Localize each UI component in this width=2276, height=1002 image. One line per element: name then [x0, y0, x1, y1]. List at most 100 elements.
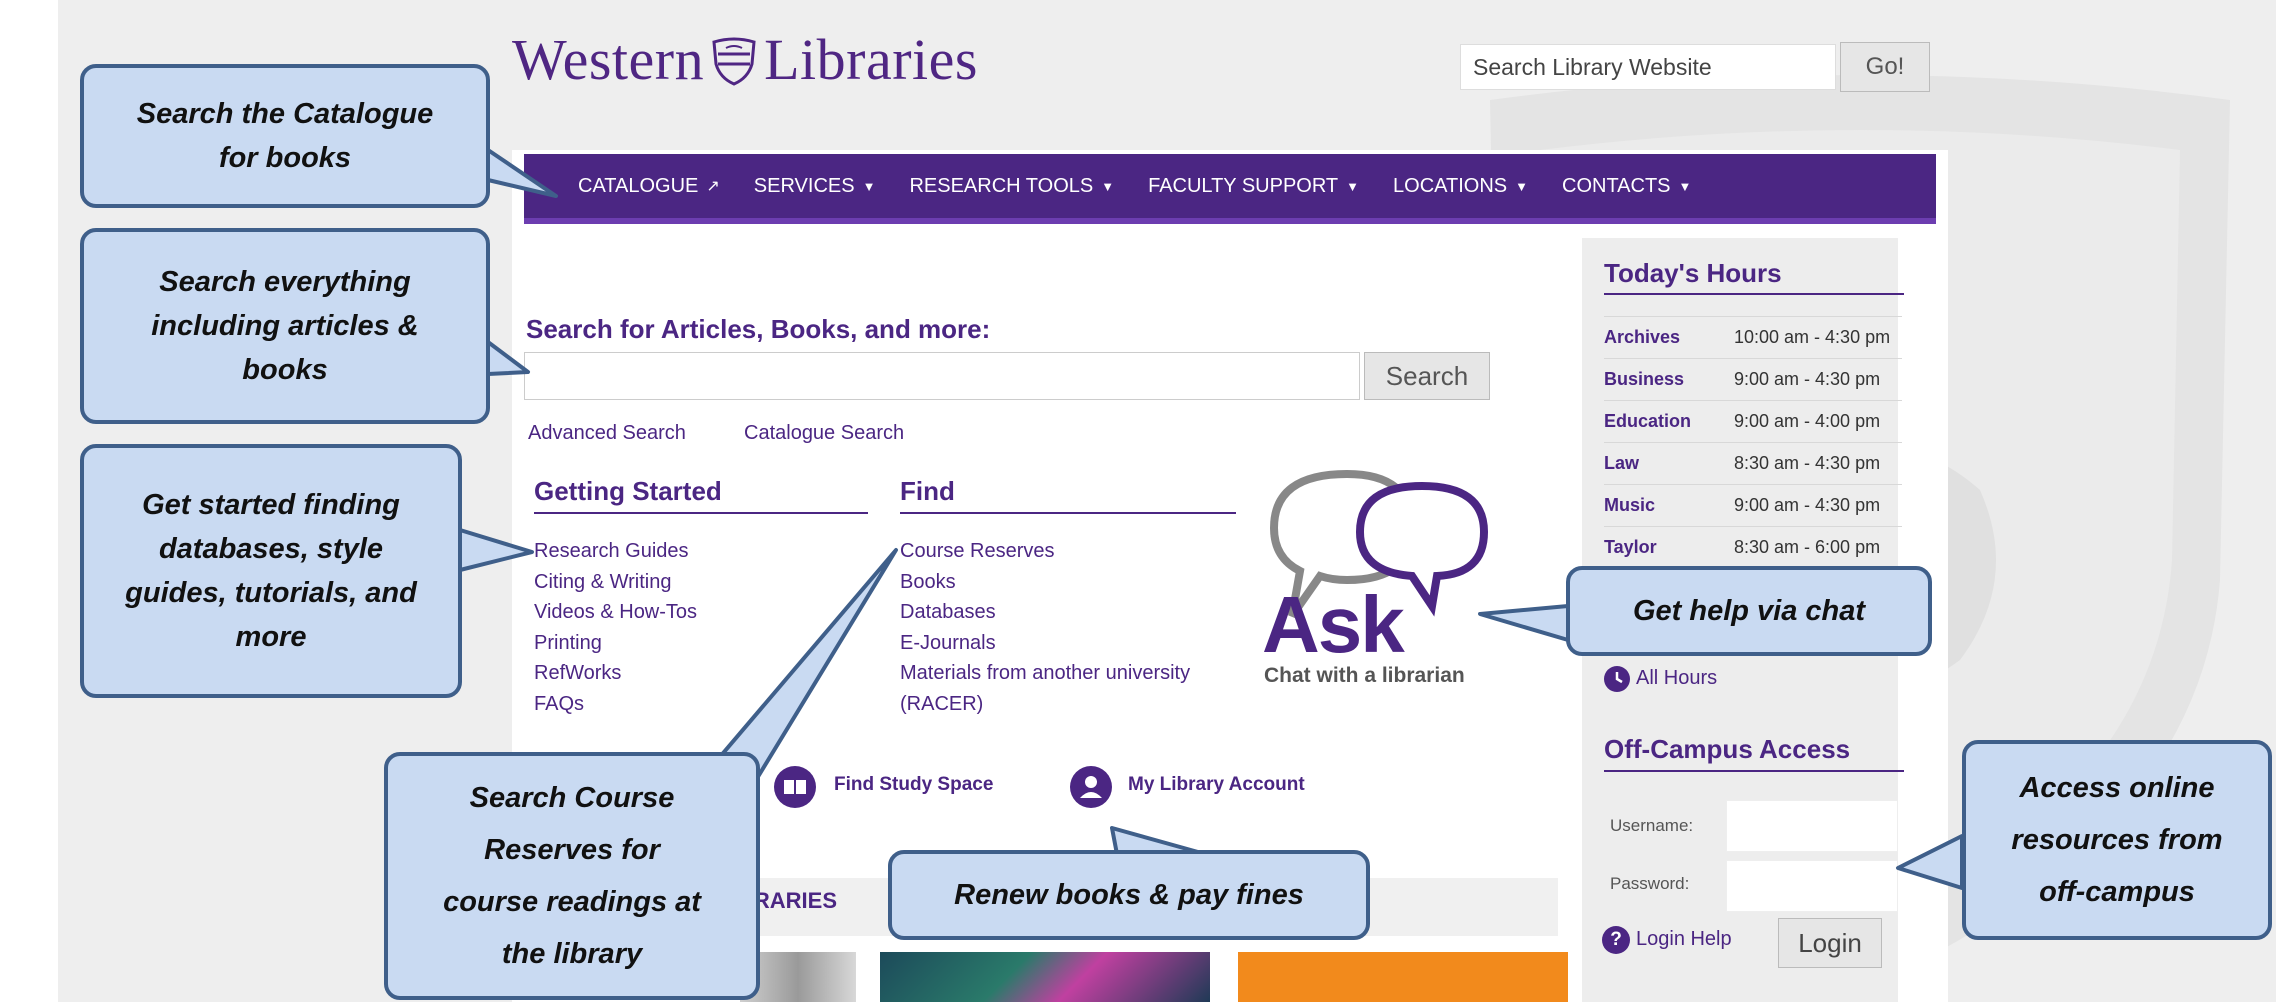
nav-item-catalogue[interactable]: CATALOGUE ↗︎: [578, 175, 720, 198]
ask-subtitle[interactable]: Chat with a librarian: [1264, 664, 1465, 688]
ask-logo-text[interactable]: Ask: [1262, 585, 1405, 665]
todays-hours-heading: Today's Hours: [1604, 258, 1782, 288]
list-item[interactable]: Databases: [900, 597, 1190, 628]
callout-off-campus: Access online resources from off-campus: [1962, 740, 2272, 940]
list-item[interactable]: Videos & How-Tos: [534, 597, 697, 628]
callout-renew-books: Renew books & pay fines: [888, 850, 1370, 940]
logo[interactable]: Western Libraries: [512, 26, 978, 93]
library-name[interactable]: Archives: [1604, 316, 1734, 359]
nav-item-research-tools[interactable]: RESEARCH TOOLS ▼: [909, 175, 1114, 198]
divider: [1604, 770, 1904, 772]
nav-item-faculty-support[interactable]: FACULTY SUPPORT ▼: [1148, 175, 1359, 198]
login-button[interactable]: Login: [1778, 918, 1882, 968]
username-label: Username:: [1610, 816, 1694, 835]
nav-item-contacts[interactable]: CONTACTS ▼: [1562, 175, 1691, 198]
callout-chat-help: Get help via chat: [1566, 566, 1932, 656]
library-hours: 9:00 am - 4:00 pm: [1734, 400, 1902, 443]
list-item[interactable]: Research Guides: [534, 536, 697, 567]
nav-item-services[interactable]: SERVICES ▼: [754, 175, 876, 198]
list-item[interactable]: Printing: [534, 628, 697, 659]
callout-line: Reserves for: [484, 834, 660, 866]
callout-line: guides, tutorials, and: [125, 577, 417, 609]
library-hours: 9:00 am - 4:30 pm: [1734, 484, 1902, 527]
list-item[interactable]: E-Journals: [900, 628, 1190, 659]
caret-down-icon: ▼: [1515, 178, 1528, 194]
main-nav: CATALOGUE ↗︎ SERVICES ▼ RESEARCH TOOLS ▼…: [524, 154, 1936, 224]
library-name[interactable]: Taylor: [1604, 526, 1734, 568]
list-item[interactable]: FAQs: [534, 689, 697, 720]
list-item[interactable]: Books: [900, 567, 1190, 598]
library-hours: 8:30 am - 6:00 pm: [1734, 526, 1902, 568]
callout-search-catalogue: Search the Catalogue for books: [80, 64, 490, 208]
callout-course-reserves: Search Course Reserves for course readin…: [384, 752, 760, 1000]
catalogue-search-link[interactable]: Catalogue Search: [744, 422, 904, 445]
nav-label: LOCATIONS: [1393, 174, 1508, 197]
search-button[interactable]: Search: [1364, 352, 1490, 400]
callout-search-everything: Search everything including articles & b…: [80, 228, 490, 424]
list-item[interactable]: RefWorks: [534, 658, 697, 689]
divider: [1604, 293, 1904, 295]
news-thumbnail[interactable]: [1238, 952, 1568, 1002]
clock-icon: [1604, 666, 1630, 692]
password-field[interactable]: [1726, 860, 1898, 912]
list-item[interactable]: Course Reserves: [900, 536, 1190, 567]
go-button[interactable]: Go!: [1840, 42, 1930, 92]
caret-down-icon: ▼: [1678, 178, 1692, 194]
nav-label: CATALOGUE: [578, 174, 699, 197]
nav-label: RESEARCH TOOLS: [909, 174, 1094, 197]
external-link-icon: ↗︎: [706, 178, 720, 195]
caret-down-icon: ▼: [862, 178, 876, 194]
list-item[interactable]: Citing & Writing: [534, 567, 697, 598]
callout-line: books: [242, 354, 328, 386]
book-icon: [774, 766, 816, 808]
nav-label: CONTACTS: [1562, 174, 1671, 197]
find-heading: Find: [900, 476, 955, 506]
callout-line: Renew books & pay fines: [954, 879, 1304, 911]
find-study-space-link[interactable]: Find Study Space: [834, 774, 993, 796]
library-name[interactable]: Music: [1604, 484, 1734, 527]
callout-line: Access online: [2019, 772, 2215, 804]
library-name[interactable]: Business: [1604, 358, 1734, 401]
help-icon: ?: [1602, 926, 1630, 954]
login-help-link[interactable]: Login Help: [1636, 928, 1732, 951]
caret-down-icon: ▼: [1346, 178, 1360, 194]
user-icon: [1070, 766, 1112, 808]
password-label: Password:: [1610, 874, 1690, 893]
callout-line: more: [235, 621, 307, 653]
library-hours: 8:30 am - 4:30 pm: [1734, 442, 1902, 485]
advanced-search-link[interactable]: Advanced Search: [528, 422, 686, 445]
shield-logo-icon: [712, 37, 756, 86]
divider: [900, 512, 1236, 514]
news-thumbnail[interactable]: [880, 952, 1210, 1002]
callout-line: Get help via chat: [1632, 595, 1866, 627]
logo-western-text: Western: [512, 27, 705, 92]
callout-getting-started: Get started finding databases, style gui…: [80, 444, 462, 698]
nav-label: FACULTY SUPPORT: [1148, 174, 1339, 197]
site-search-input[interactable]: Search Library Website: [1460, 44, 1836, 90]
nav-item-locations[interactable]: LOCATIONS ▼: [1393, 175, 1528, 198]
callout-line: Search everything: [159, 266, 411, 298]
my-library-account-link[interactable]: My Library Account: [1128, 774, 1305, 796]
table-row: Law 8:30 am - 4:30 pm: [1604, 442, 1902, 485]
library-hours: 10:00 am - 4:30 pm: [1734, 316, 1902, 359]
getting-started-heading: Getting Started: [534, 476, 722, 506]
list-item[interactable]: Materials from another university: [900, 658, 1190, 689]
list-item[interactable]: (RACER): [900, 689, 1190, 720]
callout-line: Search the Catalogue: [136, 98, 434, 130]
callout-line: the library: [501, 938, 643, 970]
hours-table: Archives 10:00 am - 4:30 pm Business 9:0…: [1604, 316, 1902, 568]
callout-line: resources from: [2011, 824, 2223, 856]
logo-libraries-text: Libraries: [764, 27, 978, 92]
library-name[interactable]: Law: [1604, 442, 1734, 485]
username-field[interactable]: [1726, 800, 1898, 852]
discovery-search-input[interactable]: [524, 352, 1360, 400]
callout-line: for books: [218, 142, 352, 174]
divider: [534, 512, 868, 514]
library-name[interactable]: Education: [1604, 400, 1734, 443]
all-hours-link[interactable]: All Hours: [1636, 667, 1717, 690]
table-row: Business 9:00 am - 4:30 pm: [1604, 358, 1902, 401]
callout-line: course readings at: [443, 886, 701, 918]
library-hours: 9:00 am - 4:30 pm: [1734, 358, 1902, 401]
callout-line: databases, style: [158, 533, 384, 565]
callout-line: Search Course: [469, 782, 675, 814]
